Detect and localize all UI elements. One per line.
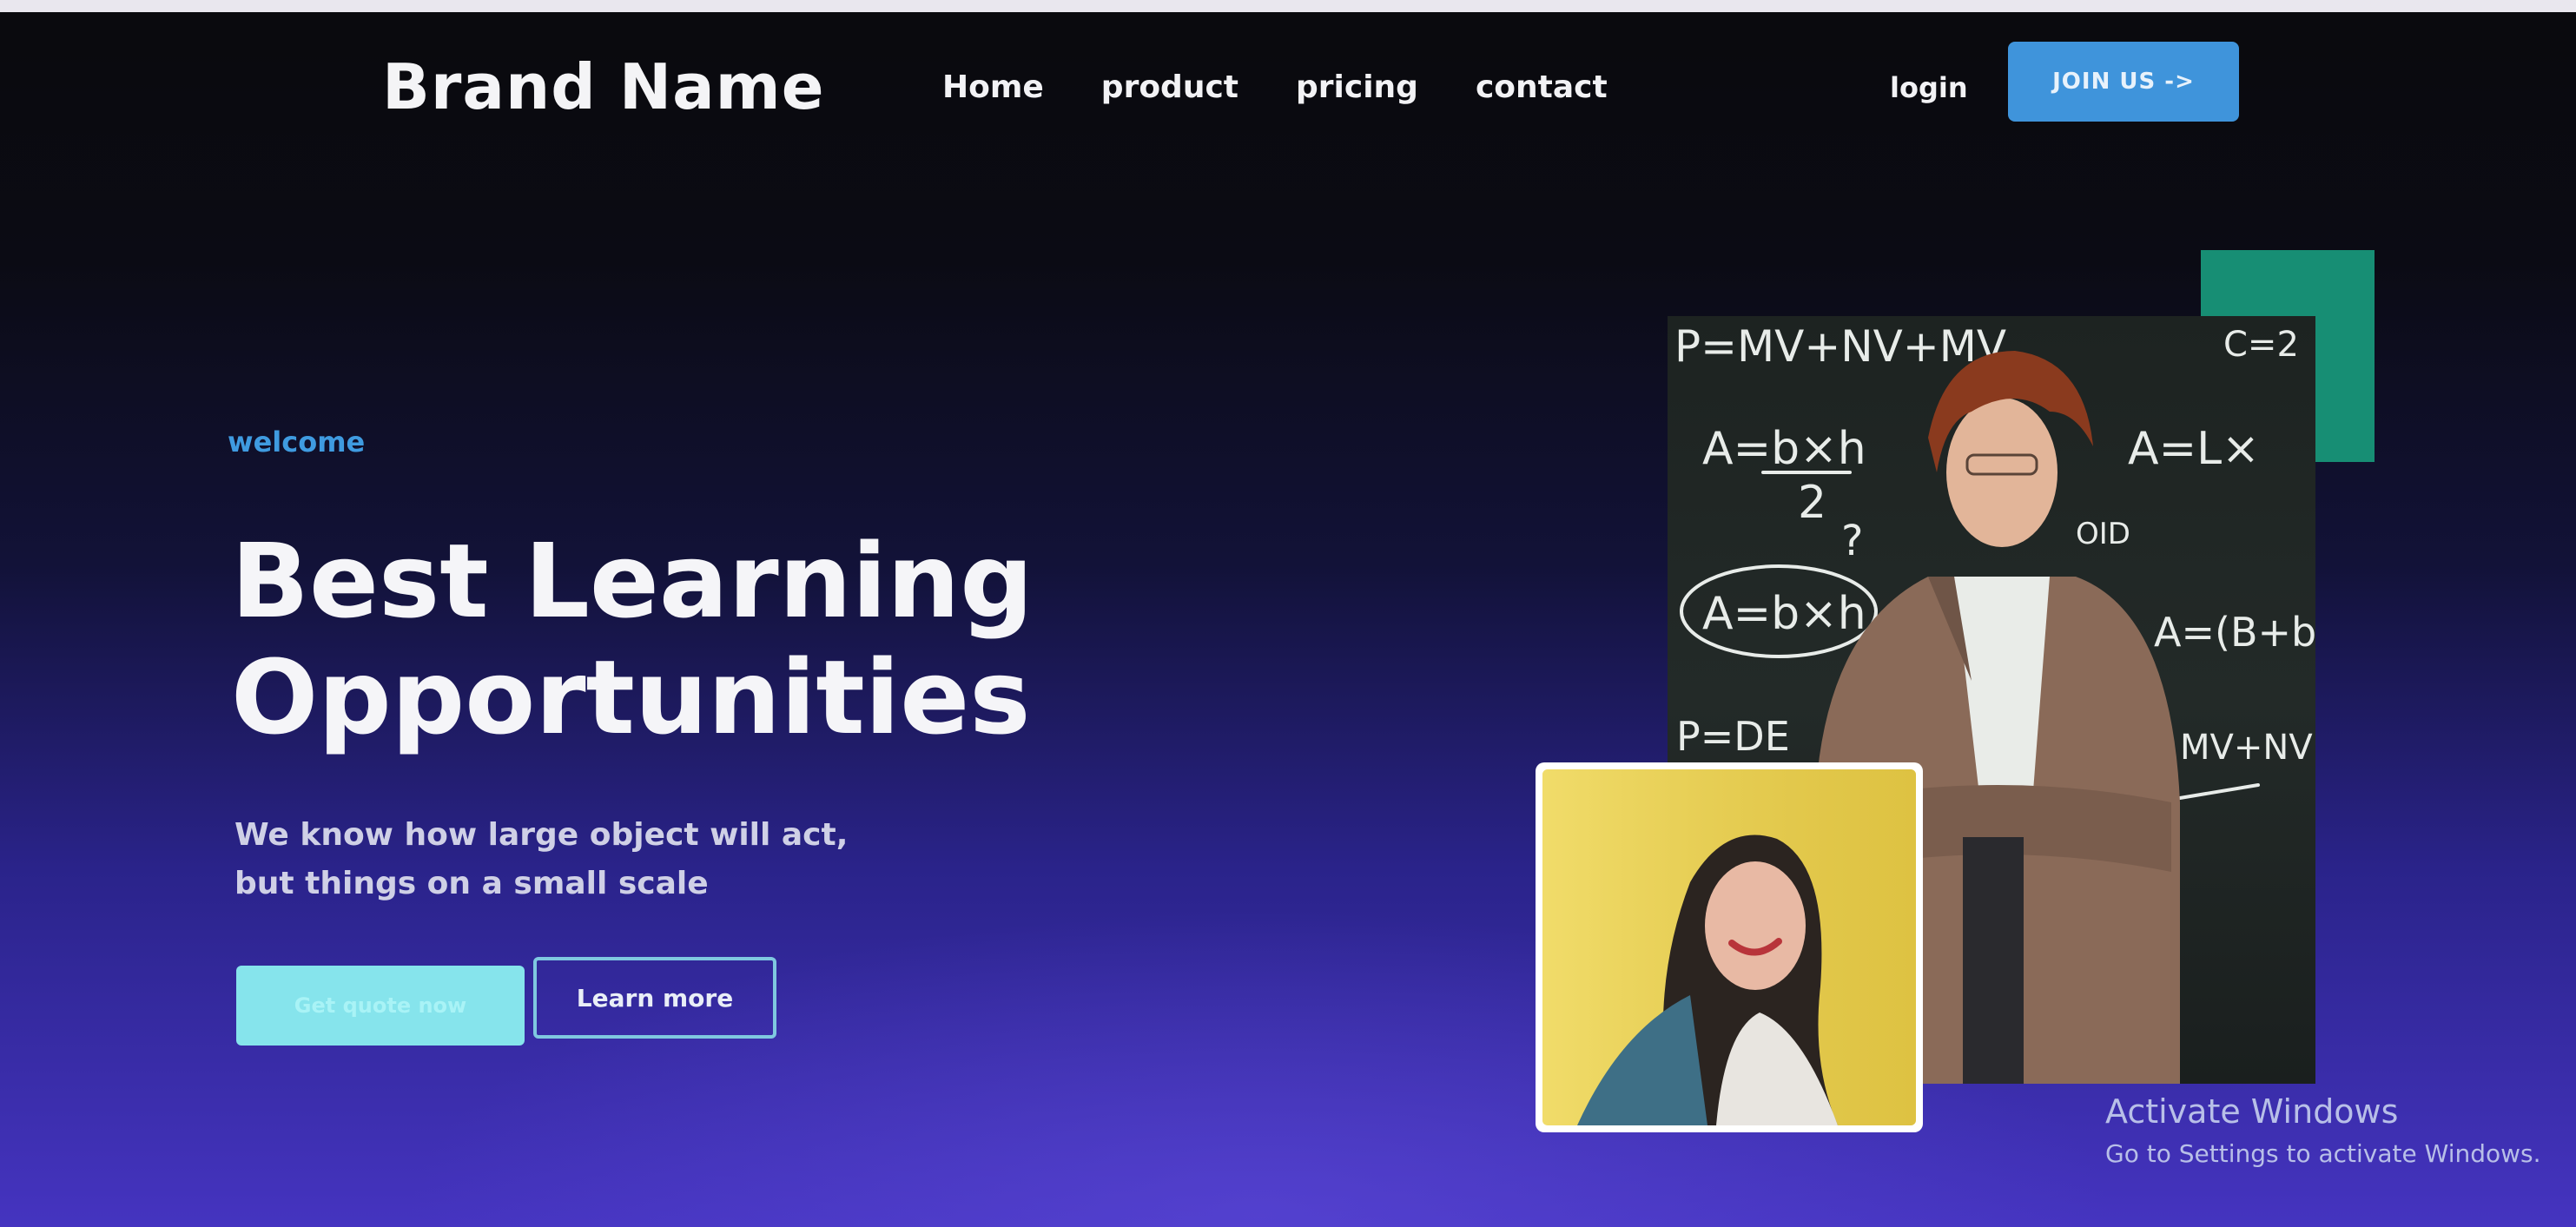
subtext-line-2: but things on a small scale — [234, 866, 709, 901]
screen-background: Brand Name Home product pricing contact … — [0, 0, 2576, 1227]
formula-area-4: A=(B+b) — [2154, 609, 2315, 656]
get-quote-button[interactable]: Get quote now — [236, 966, 525, 1046]
formula-area-2: A=b×h — [1702, 588, 1866, 640]
join-us-button[interactable]: JOIN US -> — [2008, 42, 2239, 122]
brand-logo[interactable]: Brand Name — [382, 50, 825, 123]
student-photo-illustration — [1542, 769, 1916, 1125]
nav-link-contact[interactable]: contact — [1476, 69, 1608, 105]
formula-denominator: 2 — [1798, 477, 1826, 529]
formula-area-3: A=L× — [2128, 423, 2260, 475]
headline-line-2: Opportunities — [231, 637, 1031, 757]
subtext-line-1: We know how large object will act, — [234, 817, 849, 853]
activate-windows-subtitle: Go to Settings to activate Windows. — [2105, 1139, 2541, 1168]
nav-link-pricing[interactable]: pricing — [1296, 69, 1418, 105]
student-photo — [1536, 762, 1923, 1132]
formula-pde: P=DE — [1676, 713, 1790, 760]
top-bezel-strip — [0, 0, 2576, 12]
nav-link-product[interactable]: product — [1101, 69, 1238, 105]
learn-more-button[interactable]: Learn more — [533, 957, 776, 1039]
formula-oid: OID — [2076, 517, 2130, 551]
activate-windows-title: Activate Windows — [2105, 1092, 2399, 1131]
login-link[interactable]: login — [1890, 71, 1968, 104]
nav-link-home[interactable]: Home — [942, 69, 1044, 105]
main-nav: Home product pricing contact — [942, 69, 1665, 105]
formula-c2: C=2 — [2223, 325, 2299, 365]
formula-area-1: A=b×h — [1702, 423, 1866, 475]
headline-line-1: Best Learning — [231, 521, 1034, 641]
hero-subtext: We know how large object will act, but t… — [234, 811, 848, 908]
hero-eyebrow: welcome — [228, 425, 366, 458]
formula-mvnv: MV+NV=P — [2180, 728, 2315, 768]
formula-pmv: P=MV+NV+MV — [1674, 321, 2006, 372]
hero-headline: Best Learning Opportunities — [231, 523, 1034, 755]
svg-text:?: ? — [1841, 517, 1863, 565]
